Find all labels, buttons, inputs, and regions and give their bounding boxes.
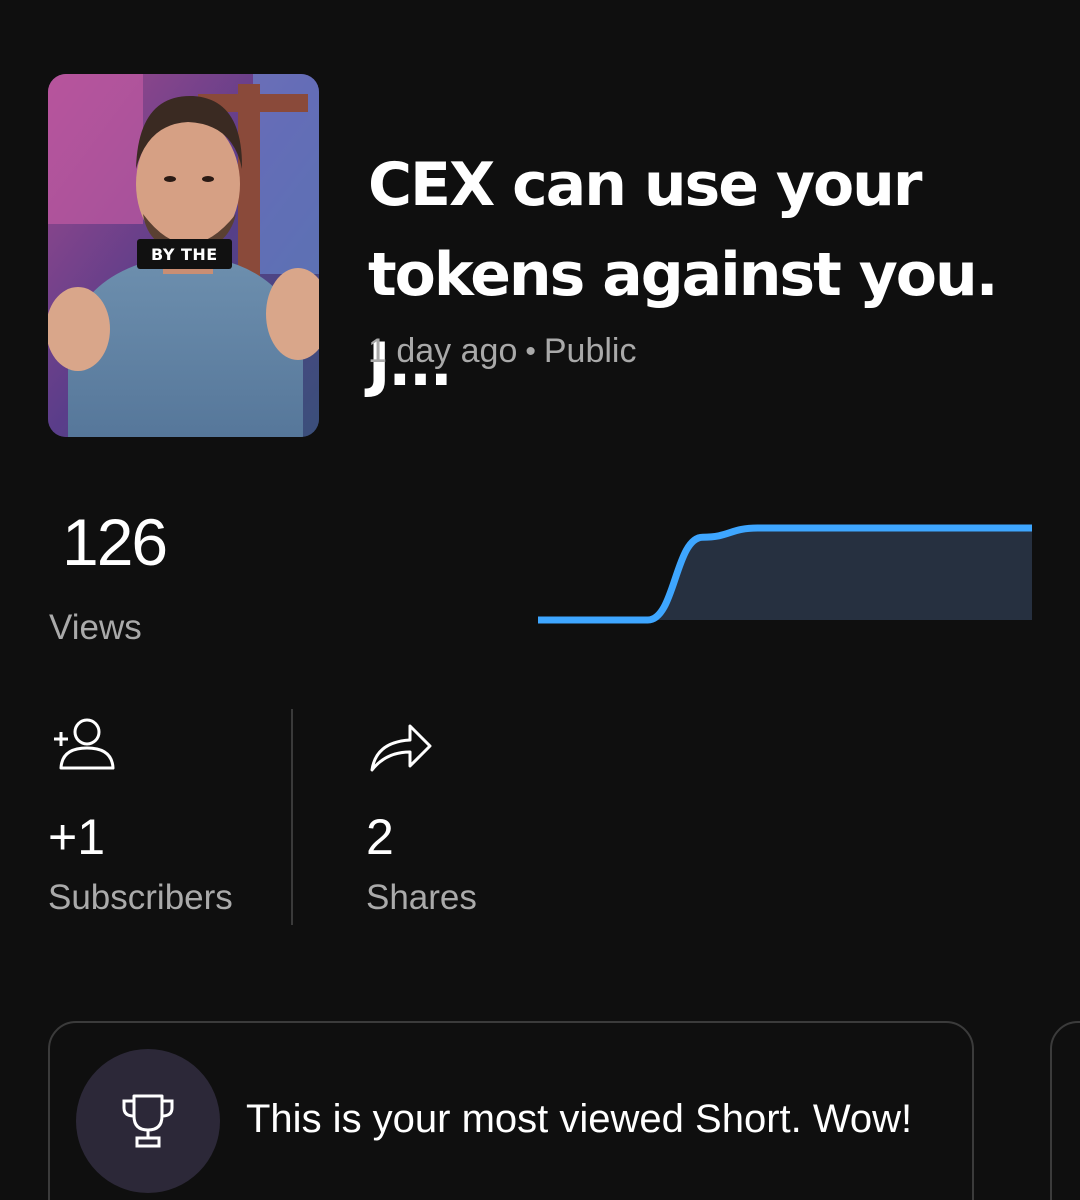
video-meta: 1 day ago • Public xyxy=(368,332,636,371)
video-age: 1 day ago xyxy=(368,332,518,370)
meta-separator: • xyxy=(525,334,536,368)
thumbnail-caption: BY THE xyxy=(137,239,232,269)
views-count: 126 xyxy=(62,505,168,579)
shares-value: 2 xyxy=(366,809,394,865)
trophy-badge xyxy=(76,1049,220,1193)
share-arrow-icon xyxy=(370,724,432,772)
add-person-icon xyxy=(54,718,115,770)
subscribers-label: Subscribers xyxy=(48,878,233,917)
stats-divider xyxy=(291,709,293,925)
trophy-icon xyxy=(122,1094,174,1148)
short-analytics-screen: BY THE CEX can use your tokens against y… xyxy=(0,0,1080,1200)
video-visibility: Public xyxy=(543,332,637,370)
subscribers-value: +1 xyxy=(48,809,106,865)
next-card-peek[interactable] xyxy=(1050,1021,1080,1200)
views-chart-area xyxy=(538,528,1032,620)
achievement-card[interactable]: This is your most viewed Short. Wow! xyxy=(48,1021,974,1200)
shares-stat[interactable]: 2 Shares xyxy=(366,712,477,917)
shares-label: Shares xyxy=(366,878,477,917)
achievement-text: This is your most viewed Short. Wow! xyxy=(246,1097,913,1141)
views-sparkline-chart xyxy=(538,524,1032,624)
video-thumbnail[interactable]: BY THE xyxy=(48,74,319,437)
views-label: Views xyxy=(49,608,142,647)
subscribers-stat[interactable]: +1 Subscribers xyxy=(48,712,233,917)
